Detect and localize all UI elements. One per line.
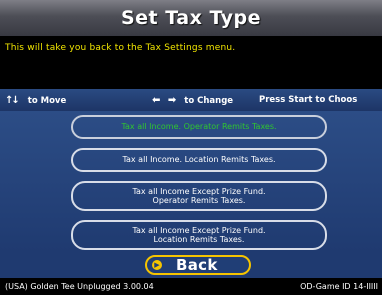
option-operator-remits-except-prize[interactable]: Tax all Income Except Prize Fund. Operat… [71,181,327,211]
option-label: Tax all Income. Location Remits Taxes. [122,155,276,165]
option-label-line-2: Operator Remits Taxes. [152,196,246,205]
footer: (USA) Golden Tee Unplugged 3.00.04 OD-Ga… [0,278,382,295]
option-label-line-2: Location Remits Taxes. [153,235,245,244]
option-label: Tax all Income. Operator Remits Taxes. [121,122,277,132]
up-down-arrows-icon: ↑↓ [5,95,20,106]
help-move-label: to Move [27,96,67,106]
play-arrow-icon: ▶ [152,260,162,270]
description-area: This will take you back to the Tax Setti… [0,36,382,89]
page-title: Set Tax Type [120,7,262,29]
option-location-remits-all[interactable]: Tax all Income. Location Remits Taxes. [71,148,327,172]
option-label-line-1: Tax all Income Except Prize Fund. [132,225,266,235]
option-location-remits-except-prize[interactable]: Tax all Income Except Prize Fund. Locati… [71,220,327,250]
back-button[interactable]: ▶ Back [145,255,251,275]
help-change-label: to Change [184,96,234,106]
back-label: Back [176,256,218,274]
help-move: ↑↓ to Move [5,95,66,106]
back-row: ▶ Back [0,253,382,278]
tax-type-menu: Tax all Income. Operator Remits Taxes. T… [0,111,382,253]
option-label-line-1: Tax all Income Except Prize Fund. [132,186,266,196]
description-text: This will take you back to the Tax Setti… [5,43,236,53]
game-version: (USA) Golden Tee Unplugged 3.00.04 [5,282,154,291]
help-bar: ↑↓ to Move ⬅ ➡ to Change Press Start to Ch… [0,89,382,111]
title-bar: Set Tax Type [0,0,382,37]
help-change: ⬅ ➡ to Change [152,95,233,106]
set-tax-type-screen: Set Tax Type This will take you back to … [0,0,382,295]
game-id: OD-Game ID 14-IIIII [300,282,378,291]
option-operator-remits-all[interactable]: Tax all Income. Operator Remits Taxes. [71,115,327,139]
help-start-label: Press Start to Choos [259,95,358,105]
left-right-arrows-icon: ⬅ ➡ [152,95,179,106]
